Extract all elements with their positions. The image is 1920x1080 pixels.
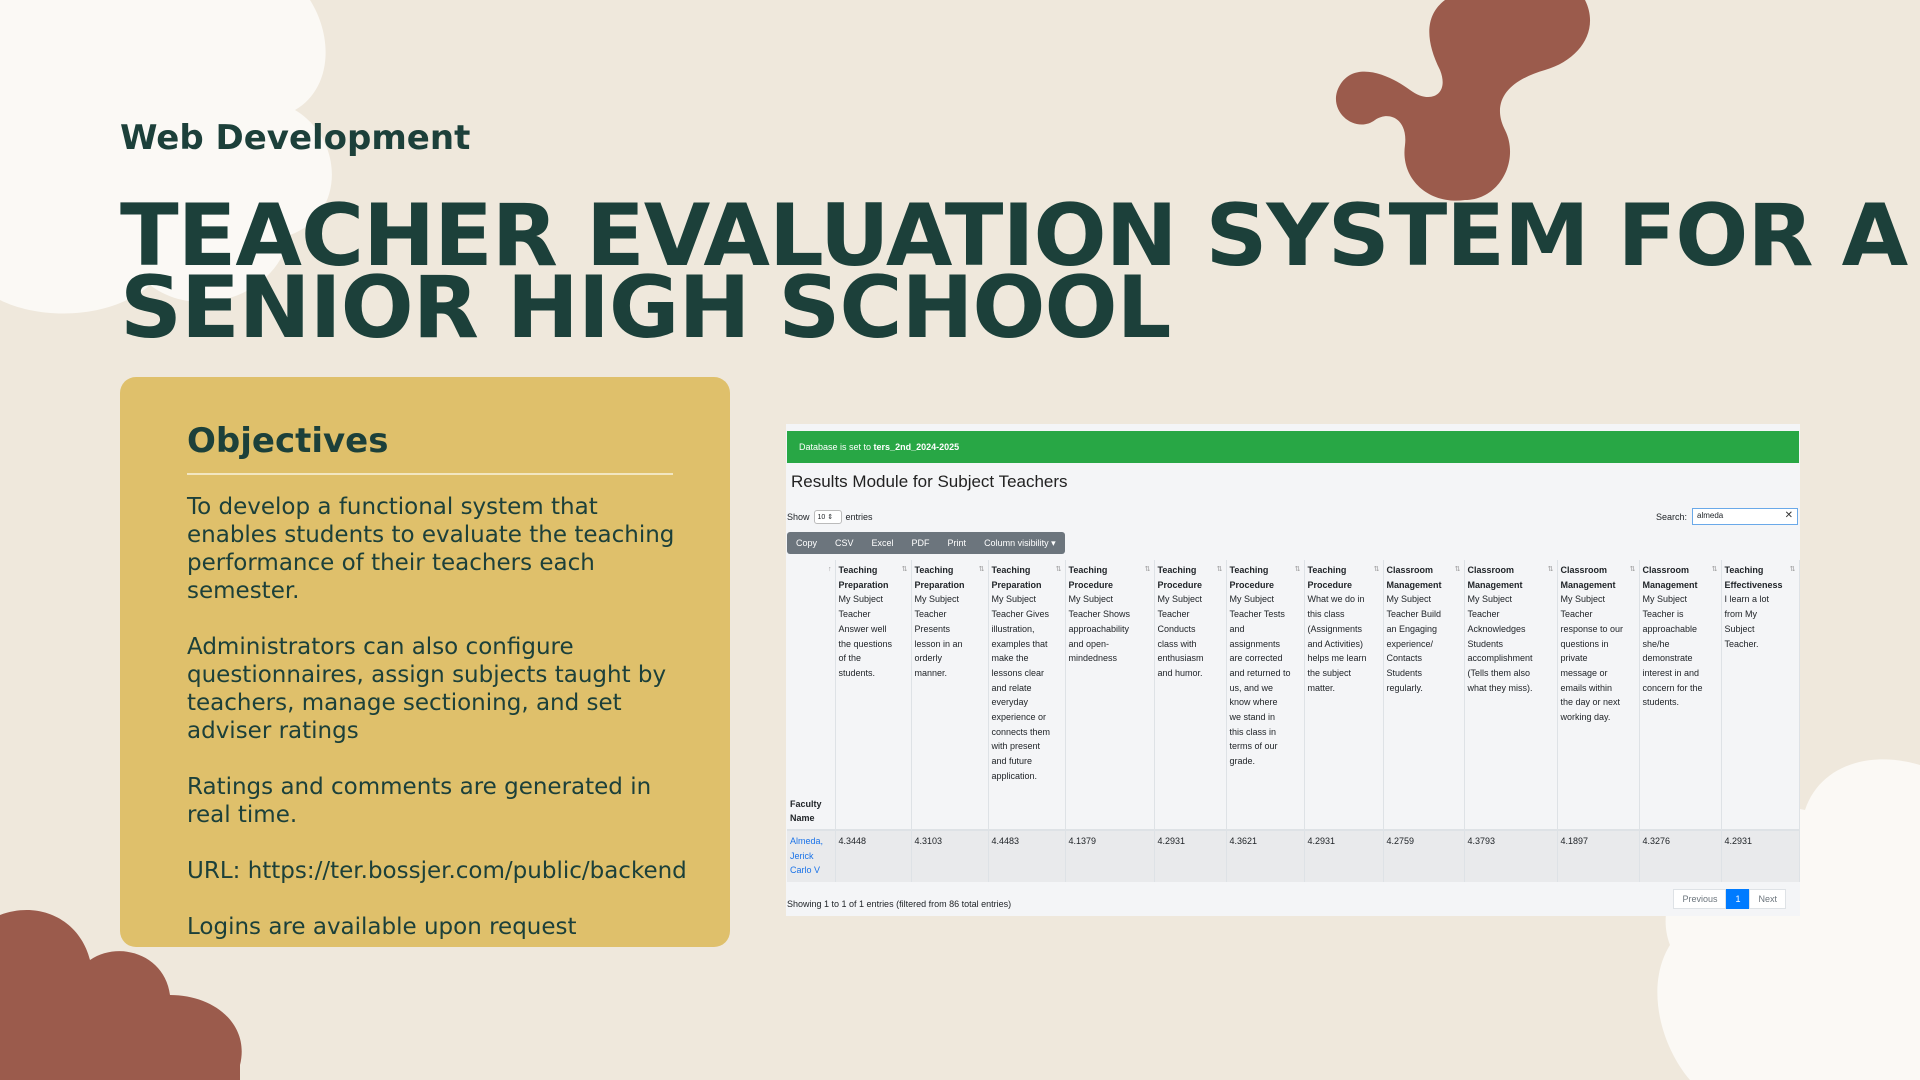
- score-cell: 4.3793: [1464, 830, 1558, 882]
- sort-asc-icon: ↑: [828, 566, 832, 573]
- table-row: Almeda, Jerick Carlo V 4.3448 4.3103 4.4…: [787, 830, 1800, 882]
- column-header[interactable]: ⇅ Teaching Preparation My Subject Teacher …: [835, 560, 912, 830]
- subtitle: Web Development: [120, 118, 471, 158]
- objective-item: Logins are available upon request: [187, 914, 577, 940]
- sort-icon: ⇅: [1454, 566, 1461, 573]
- score-cell: 4.3621: [1226, 830, 1305, 882]
- objective-item: Ratings and comments are generated in re…: [187, 774, 652, 828]
- copy-button[interactable]: Copy: [787, 532, 826, 554]
- objectives-card: Objectives To develop a functional syste…: [120, 377, 730, 947]
- sort-icon: ⇅: [1629, 566, 1636, 573]
- objectives-heading: Objectives: [187, 421, 389, 461]
- column-header[interactable]: ⇅ Teaching Procedure What we do in this cl…: [1304, 560, 1384, 830]
- print-button[interactable]: Print: [939, 532, 976, 554]
- column-header[interactable]: ⇅ Classroom Management My Subject Teacher …: [1639, 560, 1722, 830]
- score-cell: 4.2931: [1154, 830, 1227, 882]
- score-cell: 4.2931: [1304, 830, 1384, 882]
- previous-button[interactable]: Previous: [1673, 889, 1727, 909]
- column-header[interactable]: ⇅ Teaching Procedure My Subject Teacher Sh…: [1065, 560, 1155, 830]
- search-input[interactable]: almeda ✕: [1692, 508, 1798, 525]
- column-visibility-button[interactable]: Column visibility ▾: [975, 532, 1065, 554]
- page-1-button[interactable]: 1: [1726, 889, 1750, 909]
- score-cell: 4.3276: [1639, 830, 1722, 882]
- export-buttons: Copy CSV Excel PDF Print Column visibili…: [787, 532, 1065, 554]
- column-header[interactable]: ⇅ Teaching Preparation My Subject Teacher …: [911, 560, 989, 830]
- score-cell: 4.2759: [1383, 830, 1465, 882]
- column-header[interactable]: ⇅ Classroom Management My Subject Teacher …: [1464, 560, 1558, 830]
- sort-icon: ⇅: [1711, 566, 1718, 573]
- sort-icon: ⇅: [1144, 566, 1151, 573]
- entries-select[interactable]: 10 ⇕: [813, 510, 842, 524]
- score-cell: 4.3103: [911, 830, 989, 882]
- sort-icon: ⇅: [1216, 566, 1223, 573]
- database-name: ters_2nd_2024-2025: [873, 442, 960, 452]
- score-cell: 4.1897: [1557, 830, 1640, 882]
- column-header[interactable]: ⇅ Teaching Effectiveness I learn a lot fro…: [1721, 560, 1800, 830]
- score-cell: 4.4483: [988, 830, 1066, 882]
- sort-icon: ⇅: [1055, 566, 1062, 573]
- table-info: Showing 1 to 1 of 1 entries (filtered fr…: [787, 899, 1012, 909]
- sort-icon: ⇅: [1373, 566, 1380, 573]
- objective-item: Administrators can also configure questi…: [187, 634, 667, 744]
- csv-button[interactable]: CSV: [826, 532, 863, 554]
- module-title: Results Module for Subject Teachers: [791, 472, 1068, 491]
- faculty-name-header[interactable]: ↑ Faculty Name: [787, 560, 836, 830]
- score-cell: 4.1379: [1065, 830, 1155, 882]
- column-header[interactable]: ⇅ Classroom Management My Subject Teacher …: [1383, 560, 1465, 830]
- results-table: ↑ Faculty Name ⇅ Teaching Preparation My Su…: [787, 560, 1800, 882]
- score-cell: 4.3448: [835, 830, 912, 882]
- squiggle-shape: [1335, 0, 1591, 201]
- sort-icon: ⇅: [978, 566, 985, 573]
- next-button[interactable]: Next: [1749, 889, 1786, 909]
- search-control: Search: almeda ✕: [1656, 508, 1798, 525]
- column-header[interactable]: ⇅ Classroom Management My Subject Teacher …: [1557, 560, 1640, 830]
- pdf-button[interactable]: PDF: [903, 532, 939, 554]
- objectives-list: To develop a functional system that enab…: [187, 493, 687, 969]
- column-header[interactable]: ⇅ Teaching Procedure My Subject Teacher Te…: [1226, 560, 1305, 830]
- excel-button[interactable]: Excel: [863, 532, 903, 554]
- app-screenshot: Database is set to ters_2nd_2024-2025 Re…: [786, 424, 1800, 916]
- sort-icon: ⇅: [1789, 566, 1796, 573]
- objectives-divider: [187, 473, 673, 475]
- length-control: Show 10 ⇕ entries: [787, 510, 873, 524]
- sort-icon: ⇅: [1294, 566, 1301, 573]
- faculty-link[interactable]: Almeda, Jerick Carlo V: [790, 836, 823, 875]
- pagination: Previous 1 Next: [1673, 889, 1786, 909]
- clear-icon[interactable]: ✕: [1785, 510, 1793, 521]
- table-header-row: ↑ Faculty Name ⇅ Teaching Preparation My Su…: [787, 560, 1800, 830]
- faculty-cell: Almeda, Jerick Carlo V: [787, 830, 836, 882]
- sort-icon: ⇅: [1547, 566, 1554, 573]
- page-title: TEACHER EVALUATION SYSTEM FOR A SENIOR H…: [120, 193, 1908, 351]
- score-cell: 4.2931: [1721, 830, 1800, 882]
- objective-item: To develop a functional system that enab…: [187, 494, 675, 604]
- column-header[interactable]: ⇅ Teaching Procedure My Subject Teacher Co…: [1154, 560, 1227, 830]
- database-alert: Database is set to ters_2nd_2024-2025: [787, 431, 1799, 463]
- objective-url: URL: https://ter.bossjer.com/public/back…: [187, 858, 687, 884]
- column-header[interactable]: ⇅ Teaching Preparation My Subject Teacher …: [988, 560, 1066, 830]
- sort-icon: ⇅: [901, 566, 908, 573]
